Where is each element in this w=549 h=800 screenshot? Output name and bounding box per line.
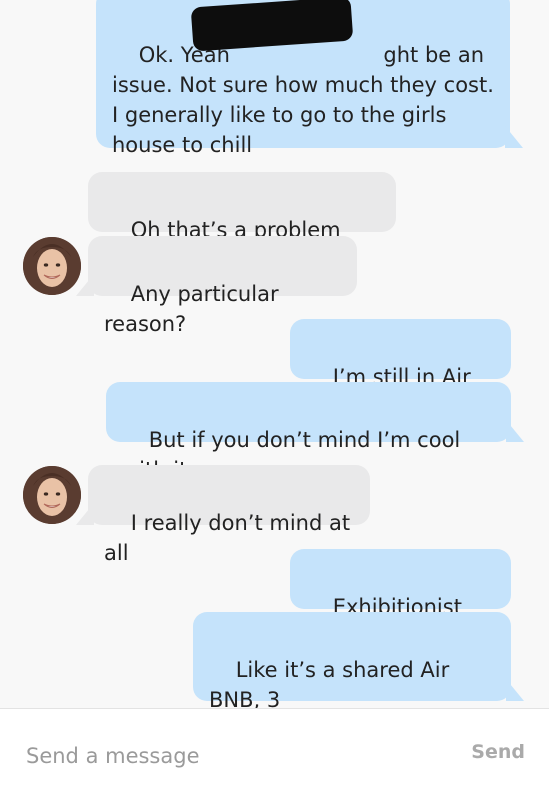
incoming-message: I really don’t mind at all — [76, 465, 370, 565]
outgoing-message: Ok. Yeah ght be an issue. Not sure how m… — [96, 0, 523, 157]
incoming-message: Any particular reason? — [76, 236, 357, 336]
message-input[interactable] — [26, 739, 426, 773]
send-button[interactable]: Send — [471, 741, 525, 763]
outgoing-message: Like it’s a shared Air BNB, 3 other room… — [193, 612, 524, 742]
chat-thread: Ok. Yeah ght be an issue. Not sure how m… — [0, 0, 549, 742]
outgoing-message: Exhibitionist eh? ;) — [290, 549, 511, 649]
outgoing-message: But if you don’t mind I’m cool with it — [106, 382, 524, 482]
outgoing-message: I’m still in Air BNB — [290, 319, 511, 419]
message-composer: Send — [0, 708, 549, 800]
message-text: Ok. Yeah ght be an issue. Not sure how m… — [112, 43, 494, 157]
contact-avatar[interactable] — [23, 466, 81, 524]
message-text: Any particular reason? — [104, 282, 286, 336]
avatar-photo-icon — [23, 466, 81, 524]
avatar-photo-icon — [23, 237, 81, 295]
incoming-message: Oh that’s a problem then.. — [88, 172, 396, 272]
contact-avatar[interactable] — [23, 237, 81, 295]
